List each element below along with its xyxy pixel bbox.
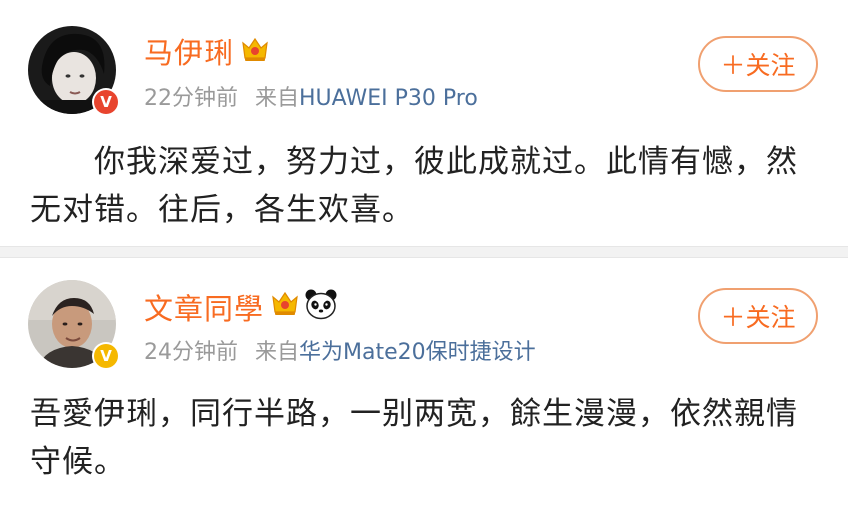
- divider: [0, 246, 848, 258]
- post-card: V 文章同學 24分钟前 来自华为Mate20保时捷设计 ＋关注 吾愛伊琍，同行…: [0, 258, 848, 523]
- avatar[interactable]: V: [28, 280, 120, 370]
- verified-badge-letter: V: [94, 344, 118, 368]
- username[interactable]: 马伊琍: [144, 30, 234, 72]
- panda-icon: [305, 289, 337, 320]
- device-source[interactable]: HUAWEI P30 Pro: [299, 86, 478, 111]
- post-time: 24分钟前: [144, 340, 238, 365]
- follow-button[interactable]: ＋关注: [698, 288, 818, 344]
- post-content: 你我深爱过，努力过，彼此成就过。此情有憾，然无对错。往后，各生欢喜。: [30, 144, 798, 228]
- verified-badge: V: [92, 342, 120, 370]
- weibo-feed: V 马伊琍 22分钟前 来自HUAWEI P30 Pro ＋关注 你我深爱过，努…: [0, 0, 848, 523]
- post-meta: 24分钟前 来自华为Mate20保时捷设计: [144, 334, 536, 366]
- crown-icon: [242, 37, 268, 61]
- verified-badge: V: [92, 88, 120, 116]
- verified-badge-letter: V: [94, 90, 118, 114]
- follow-button[interactable]: ＋关注: [698, 36, 818, 92]
- post-content: 吾愛伊琍，同行半路，一别两宽，餘生漫漫，依然親情守候。: [30, 396, 798, 480]
- source-prefix: 来自: [255, 340, 300, 365]
- avatar[interactable]: V: [28, 26, 120, 116]
- post-time: 22分钟前: [144, 86, 238, 111]
- username[interactable]: 文章同學: [144, 286, 264, 328]
- post-meta: 22分钟前 来自HUAWEI P30 Pro: [144, 80, 478, 112]
- device-source[interactable]: 华为Mate20保时捷设计: [299, 340, 536, 365]
- post-card: V 马伊琍 22分钟前 来自HUAWEI P30 Pro ＋关注 你我深爱过，努…: [0, 0, 848, 246]
- crown-icon: [272, 291, 298, 315]
- source-prefix: 来自: [255, 86, 300, 111]
